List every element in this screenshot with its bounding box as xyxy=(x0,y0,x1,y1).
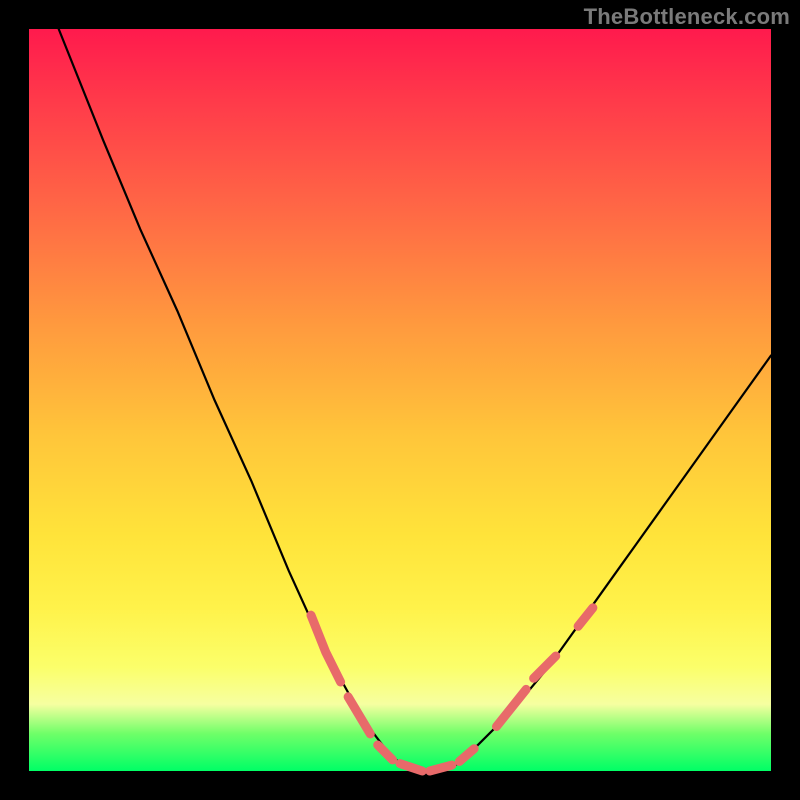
highlight-segment xyxy=(311,615,341,682)
highlight-segment xyxy=(578,608,593,627)
highlight-group xyxy=(311,608,593,771)
bottleneck-curve-path xyxy=(59,29,771,771)
highlight-segment xyxy=(430,765,452,771)
highlight-segment xyxy=(348,697,370,734)
highlight-segment xyxy=(497,689,527,726)
highlight-segment xyxy=(400,764,422,771)
plot-area xyxy=(29,29,771,771)
chart-frame: TheBottleneck.com xyxy=(0,0,800,800)
highlight-segment xyxy=(378,745,393,760)
highlight-segment xyxy=(534,656,556,678)
watermark-text: TheBottleneck.com xyxy=(584,4,790,30)
highlight-segment xyxy=(459,749,474,762)
chart-svg xyxy=(29,29,771,771)
